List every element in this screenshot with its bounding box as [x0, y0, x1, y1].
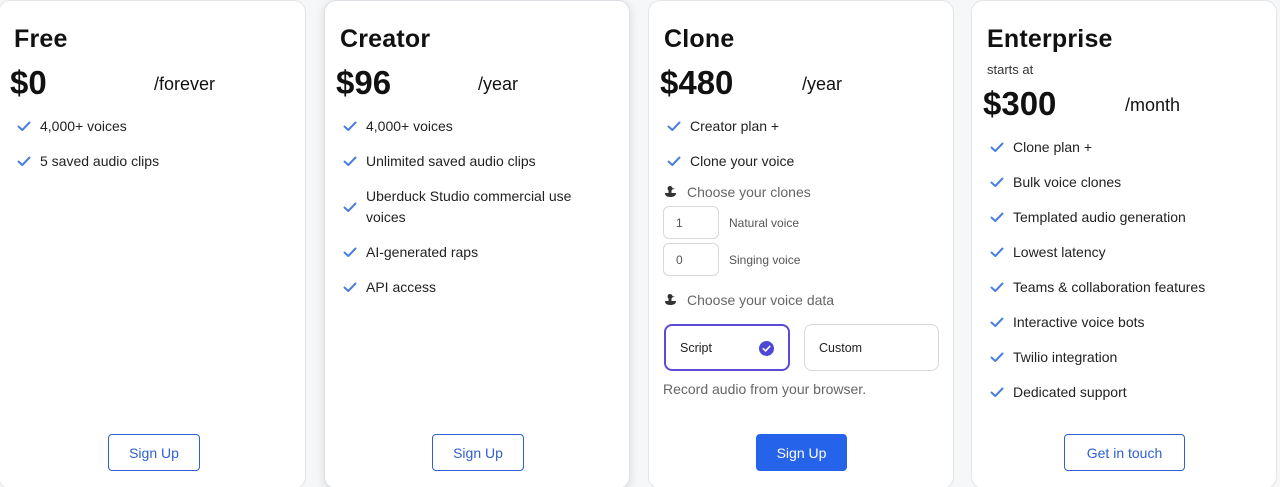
singing-voice-row: Singing voice — [663, 243, 800, 276]
natural-voice-label: Natural voice — [729, 215, 800, 230]
check-icon — [666, 153, 682, 169]
check-icon — [989, 174, 1005, 190]
plan-title: Enterprise — [987, 25, 1113, 53]
check-icon — [989, 349, 1005, 365]
feature-list: Creator plan + Clone your voice — [666, 116, 794, 172]
singing-voice-label: Singing voice — [729, 252, 801, 267]
get-in-touch-button[interactable]: Get in touch — [1064, 434, 1185, 471]
feature-item: Clone plan + — [989, 137, 1205, 158]
feature-item: 4,000+ voices — [16, 116, 159, 137]
feature-item: Bulk voice clones — [989, 172, 1205, 193]
feature-item: 5 saved audio clips — [16, 151, 159, 172]
sign-up-button[interactable]: Sign Up — [756, 434, 847, 471]
check-icon — [666, 118, 682, 134]
check-icon — [989, 139, 1005, 155]
clones-heading: Choose your clones — [664, 184, 811, 200]
check-icon — [16, 118, 32, 134]
plan-title: Clone — [664, 25, 735, 53]
feature-item: Unlimited saved audio clips — [342, 151, 602, 172]
feature-item: Clone your voice — [666, 151, 794, 172]
plan-period: /month — [1125, 95, 1181, 115]
plan-card-free: Free $0 /forever 4,000+ voices 5 saved a… — [0, 0, 306, 487]
check-icon — [16, 153, 32, 169]
plan-price: $300 — [983, 85, 1057, 122]
plan-card-clone: Clone $480 /year Creator plan + Clone yo… — [648, 0, 954, 487]
voice-data-heading: Choose your voice data — [664, 292, 834, 308]
check-icon — [342, 153, 358, 169]
feature-item: Twilio integration — [989, 347, 1205, 368]
natural-voice-row: Natural voice — [663, 206, 799, 239]
feature-list: Clone plan + Bulk voice clones Templated… — [989, 137, 1205, 403]
feature-item: Interactive voice bots — [989, 312, 1205, 333]
singing-voice-input[interactable] — [663, 243, 719, 276]
check-icon — [989, 314, 1005, 330]
feature-item: Creator plan + — [666, 116, 794, 137]
plan-title: Creator — [340, 25, 431, 53]
feature-item: Dedicated support — [989, 382, 1205, 403]
sign-up-button[interactable]: Sign Up — [432, 434, 524, 471]
feature-item: 4,000+ voices — [342, 116, 602, 137]
plan-period: /year — [802, 74, 843, 94]
starts-at-label: starts at — [987, 62, 1034, 77]
feature-item: Teams & collaboration features — [989, 277, 1205, 298]
checkmark-circle-icon — [759, 341, 774, 356]
feature-list: 4,000+ voices Unlimited saved audio clip… — [342, 116, 602, 298]
script-option[interactable]: Script — [664, 324, 790, 371]
plan-price: $480 — [660, 64, 734, 101]
plan-card-creator: Creator $96 /year 4,000+ voices Unlimite… — [324, 0, 630, 487]
plan-price: $0 — [10, 64, 47, 101]
plan-title: Free — [14, 25, 68, 53]
record-note: Record audio from your browser. — [663, 381, 867, 397]
feature-item: Uberduck Studio commercial use voices — [342, 186, 602, 228]
check-icon — [989, 384, 1005, 400]
feature-item: AI-generated raps — [342, 242, 602, 263]
check-icon — [989, 209, 1005, 225]
feature-list: 4,000+ voices 5 saved audio clips — [16, 116, 159, 172]
natural-voice-input[interactable] — [663, 206, 719, 239]
plan-card-enterprise: Enterprise starts at $300 /month Clone p… — [971, 0, 1277, 487]
check-icon — [342, 118, 358, 134]
check-icon — [989, 244, 1005, 260]
feature-item: Lowest latency — [989, 242, 1205, 263]
custom-option[interactable]: Custom — [804, 324, 939, 371]
check-icon — [342, 244, 358, 260]
plan-price: $96 — [336, 64, 392, 101]
duck-icon — [665, 294, 676, 305]
check-icon — [342, 199, 358, 215]
duck-icon — [665, 186, 676, 197]
check-icon — [342, 279, 358, 295]
plan-period: /year — [478, 74, 519, 94]
plan-period: /forever — [154, 74, 216, 94]
feature-item: API access — [342, 277, 602, 298]
sign-up-button[interactable]: Sign Up — [108, 434, 200, 471]
check-icon — [989, 279, 1005, 295]
feature-item: Templated audio generation — [989, 207, 1205, 228]
